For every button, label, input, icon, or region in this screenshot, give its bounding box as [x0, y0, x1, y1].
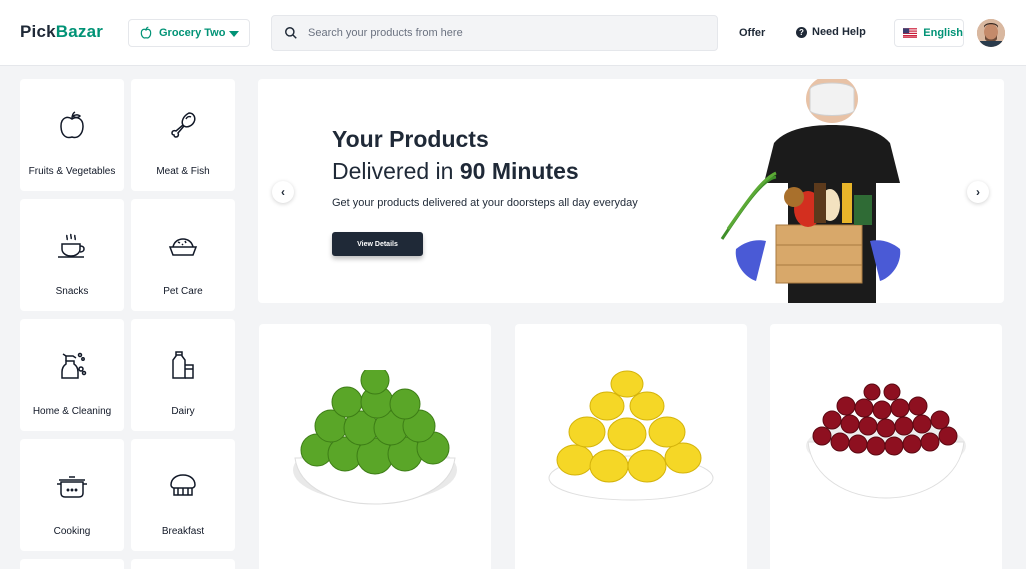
hero-subtitle-prefix: Delivered in: [332, 158, 460, 184]
category-cooking[interactable]: Cooking: [20, 439, 124, 551]
top-header: PickBazar Grocery Two Offer ? Need Help …: [0, 0, 1026, 66]
hero-title: Your Products: [332, 126, 489, 152]
category-label: Fruits & Vegetables: [28, 166, 116, 177]
cherries-bowl-image: [806, 383, 966, 499]
offer-link[interactable]: Offer: [739, 27, 765, 39]
avatar-image: [977, 19, 1005, 47]
category-pet-care[interactable]: Pet Care: [131, 199, 235, 311]
lemons-plate-image: [548, 370, 714, 501]
pet-bowl-icon: [168, 238, 198, 256]
apple-icon: [60, 111, 84, 139]
bread-icon: [170, 474, 196, 496]
chevron-down-icon: [229, 31, 239, 37]
spray-bottle-icon: [61, 352, 87, 379]
search-icon: [285, 27, 297, 39]
hero-banner: Your Products Delivered in 90 Minutes Ge…: [258, 79, 1004, 303]
logo-accent: Bazar: [55, 22, 104, 41]
view-details-button[interactable]: View Details: [332, 232, 423, 256]
carousel-next-button[interactable]: ›: [967, 181, 989, 203]
product-card-lemons[interactable]: [515, 324, 747, 569]
product-card-limes[interactable]: [259, 324, 491, 569]
need-help-label: Need Help: [812, 26, 866, 38]
category-label: Pet Care: [163, 286, 203, 297]
category-label: Breakfast: [161, 526, 205, 537]
limes-bowl-image: [293, 370, 457, 505]
milk-bottle-icon: [172, 351, 194, 379]
chevron-right-icon: ›: [976, 185, 980, 199]
chevron-left-icon: ‹: [281, 185, 285, 199]
drumstick-icon: [171, 112, 196, 138]
search-input[interactable]: [308, 27, 688, 39]
shop-group-selector[interactable]: Grocery Two: [128, 19, 250, 47]
category-partial-card[interactable]: [131, 559, 235, 569]
category-meat-fish[interactable]: Meat & Fish: [131, 79, 235, 191]
category-partial-card[interactable]: [20, 559, 124, 569]
pickbazar-logo[interactable]: PickBazar: [20, 22, 103, 42]
category-label: Dairy: [171, 406, 195, 417]
category-label: Snacks: [55, 286, 89, 297]
language-label: English: [923, 27, 963, 39]
language-selector[interactable]: English: [894, 19, 964, 47]
product-card-cherries[interactable]: [770, 324, 1002, 569]
category-breakfast[interactable]: Breakfast: [131, 439, 235, 551]
category-home-cleaning[interactable]: Home & Cleaning: [20, 319, 124, 431]
hero-description: Get your products delivered at your door…: [332, 197, 638, 209]
help-icon: ?: [796, 26, 807, 38]
category-dairy[interactable]: Dairy: [131, 319, 235, 431]
apple-leaf-icon: [140, 26, 152, 39]
search-bar: [271, 15, 718, 51]
category-label: Home & Cleaning: [32, 406, 112, 417]
category-fruits-vegetables[interactable]: Fruits & Vegetables: [20, 79, 124, 191]
shop-group-label: Grocery Two: [159, 27, 226, 39]
user-avatar[interactable]: [977, 19, 1005, 47]
cooking-pot-icon: [57, 476, 87, 498]
category-label: Meat & Fish: [156, 166, 210, 177]
need-help-link[interactable]: ? Need Help: [796, 26, 866, 38]
hero-subtitle: Delivered in 90 Minutes: [332, 158, 579, 185]
coffee-cup-icon: [58, 233, 85, 258]
us-flag-icon: [903, 28, 918, 38]
category-snacks[interactable]: Snacks: [20, 199, 124, 311]
category-label: Cooking: [53, 526, 91, 537]
logo-primary: Pick: [20, 22, 56, 41]
carousel-prev-button[interactable]: ‹: [272, 181, 294, 203]
delivery-person-image: [720, 79, 901, 303]
hero-subtitle-highlight: 90 Minutes: [459, 158, 579, 184]
